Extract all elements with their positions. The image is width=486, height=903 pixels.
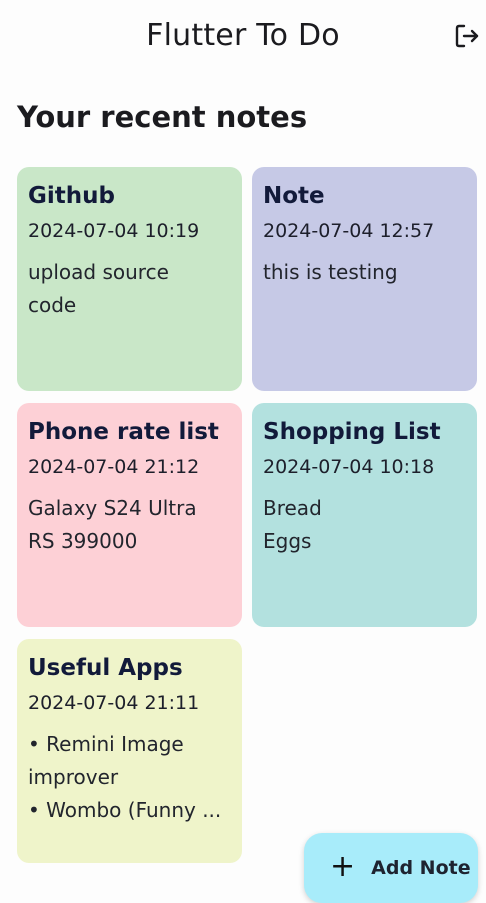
- note-card-useful-apps[interactable]: Useful Apps 2024-07-04 21:11 • Remini Im…: [17, 639, 242, 863]
- section-title: Your recent notes: [17, 100, 308, 134]
- note-body-line: upload source: [28, 260, 169, 284]
- note-body-line: this is testing: [263, 260, 398, 284]
- note-body: Bread Eggs: [263, 492, 466, 558]
- note-body-line: code: [28, 293, 77, 317]
- note-card-note[interactable]: Note 2024-07-04 12:57 this is testing: [252, 167, 477, 391]
- note-date: 2024-07-04 10:18: [263, 456, 435, 478]
- note-title: Note: [263, 183, 325, 209]
- note-date: 2024-07-04 21:11: [28, 692, 200, 714]
- logout-button[interactable]: [448, 20, 486, 56]
- app-title: Flutter To Do: [146, 18, 340, 53]
- plus-icon: +: [330, 848, 356, 884]
- note-date: 2024-07-04 10:19: [28, 220, 200, 242]
- note-title: Shopping List: [263, 419, 441, 445]
- note-card-shopping-list[interactable]: Shopping List 2024-07-04 10:18 Bread Egg…: [252, 403, 477, 627]
- note-card-github[interactable]: Github 2024-07-04 10:19 upload source co…: [17, 167, 242, 391]
- note-body: Galaxy S24 Ultra RS 399000: [28, 492, 231, 558]
- app-bar: Flutter To Do: [0, 0, 486, 76]
- note-body-line: improver: [28, 765, 119, 789]
- logout-icon: [453, 22, 481, 55]
- note-date: 2024-07-04 21:12: [28, 456, 200, 478]
- add-note-button[interactable]: + Add Note: [304, 833, 478, 903]
- note-body-line: • Wombo (Funny ...: [28, 798, 222, 822]
- note-body-line: Eggs: [263, 529, 312, 553]
- add-note-label: Add Note: [371, 857, 471, 879]
- note-card-phone-rate-list[interactable]: Phone rate list 2024-07-04 21:12 Galaxy …: [17, 403, 242, 627]
- note-title: Phone rate list: [28, 419, 219, 445]
- note-date: 2024-07-04 12:57: [263, 220, 435, 242]
- note-body-line: • Remini Image: [28, 732, 184, 756]
- note-body: • Remini Image improver • Wombo (Funny .…: [28, 728, 231, 827]
- note-body-line: Bread: [263, 496, 322, 520]
- note-body: this is testing: [263, 256, 466, 289]
- note-title: Github: [28, 183, 115, 209]
- note-title: Useful Apps: [28, 655, 183, 681]
- note-body-line: Galaxy S24 Ultra: [28, 496, 197, 520]
- note-body-line: RS 399000: [28, 529, 138, 553]
- note-body: upload source code: [28, 256, 231, 322]
